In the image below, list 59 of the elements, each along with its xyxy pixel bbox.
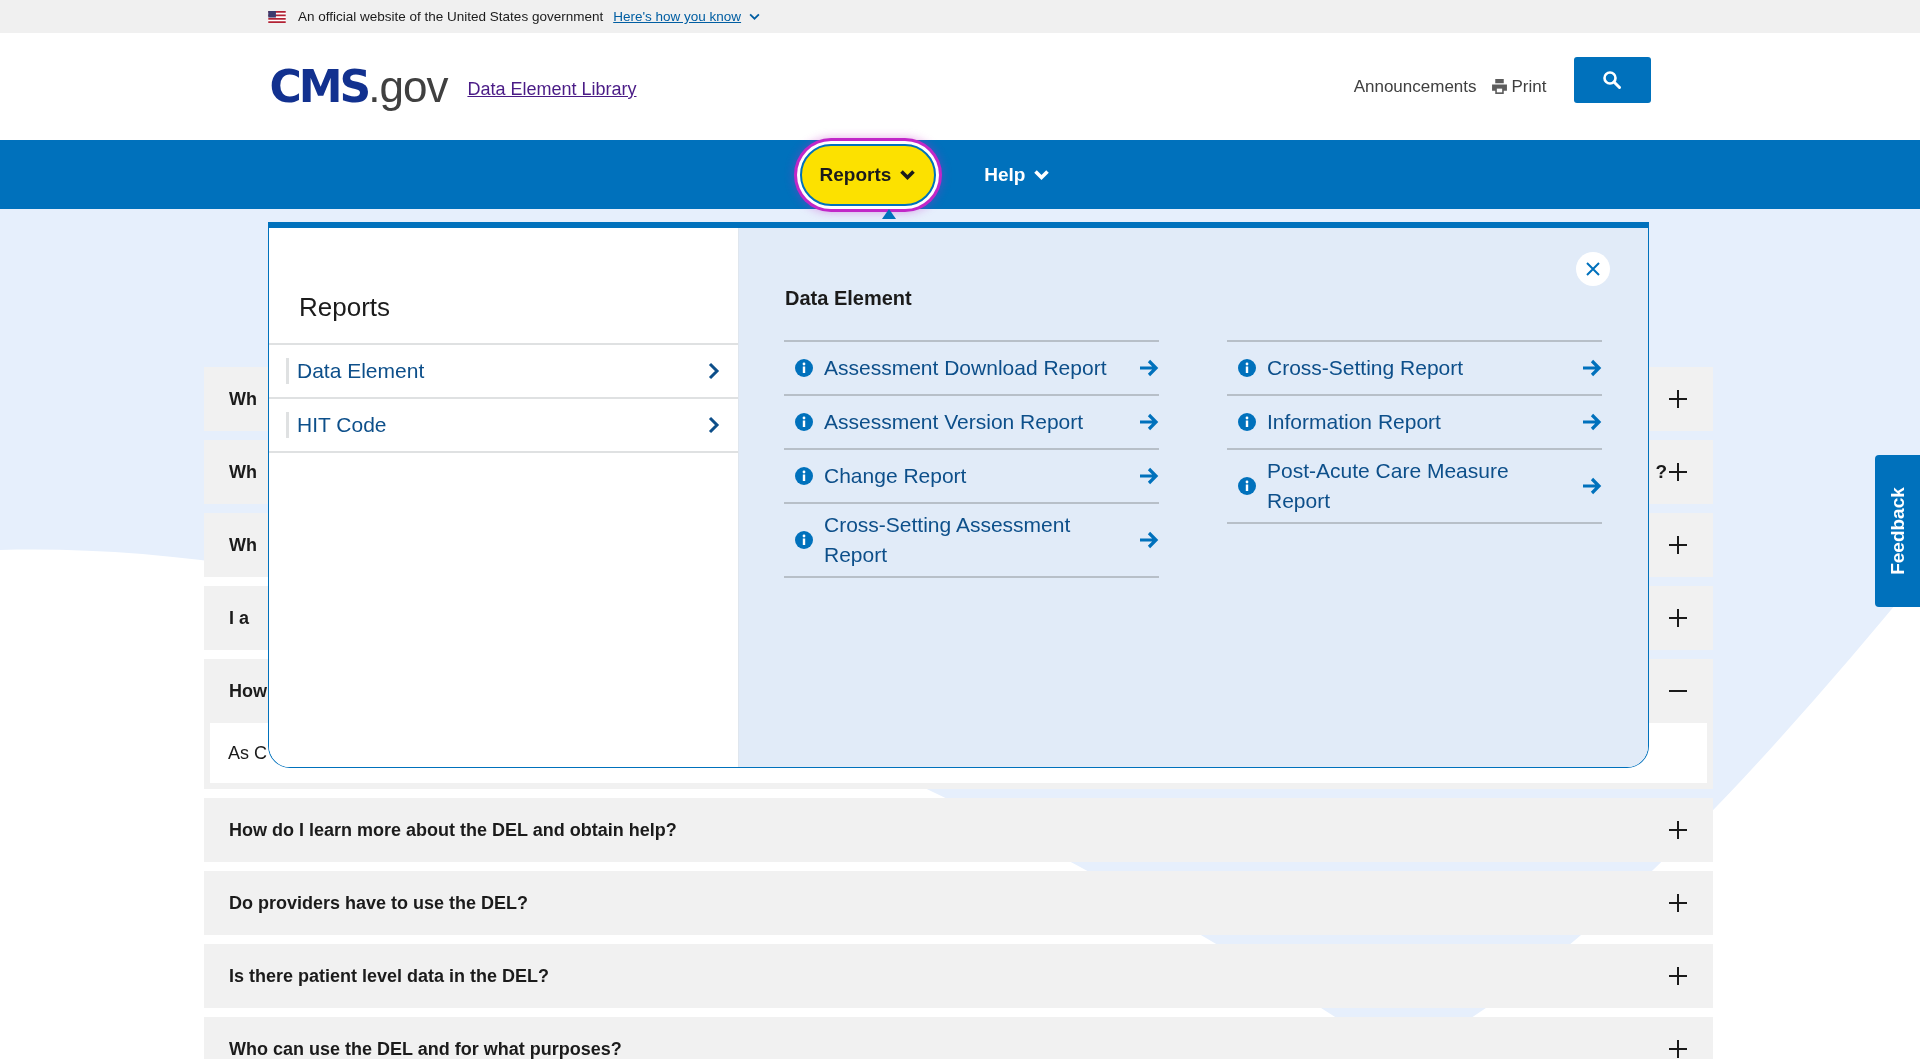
question-text: Wh [229,534,257,556]
chevron-icon [708,416,720,434]
accordion-header[interactable]: How do I learn more about the DEL and obtain help? [204,798,1713,862]
question-text: Who can use the DEL and for what purposes? [229,1038,622,1059]
menu-title: Reports [299,292,392,323]
chevron-icon [708,362,720,380]
chevron-icon [1033,168,1051,181]
report-link[interactable]: Change Report [784,450,1159,504]
report-link[interactable]: Cross-Setting Report [1227,342,1602,396]
info-icon [795,467,813,485]
question-text: I a [229,607,249,629]
close-button[interactable] [1576,252,1610,286]
accordion-header[interactable]: Do providers have to use the DEL? [204,871,1713,935]
accordion-header[interactable]: Who can use the DEL and for what purposes? [204,1017,1713,1059]
report-link[interactable]: Cross-Setting Assessment Report [784,504,1159,578]
question-text: How [229,680,267,702]
answer-text: As C [228,742,267,764]
category-link[interactable]: Data Element [269,345,738,399]
chevron-icon [899,168,917,181]
section-title: Data Element [785,287,913,310]
close-icon [1586,262,1600,276]
accordion-header[interactable]: Is there patient level data in the DEL? [204,944,1713,1008]
announcements-link[interactable]: Announcements [1353,76,1477,97]
site-title-link[interactable]: Data Element Library [467,79,637,100]
search-button[interactable] [1573,56,1651,103]
how-you-know-link[interactable]: Here's how you know [613,9,742,24]
info-icon [1238,359,1256,377]
report-link[interactable]: Assessment Download Report [784,342,1159,396]
report-link[interactable]: Post-Acute Care Measure Report [1227,450,1602,524]
info-icon [1238,477,1256,495]
arrow-icon [1582,477,1602,495]
arrow-icon [1582,359,1602,377]
arrow-icon [1139,413,1159,431]
printer-icon [1490,78,1508,95]
question-text: Is there patient level data in the DEL? [229,965,550,987]
banner-text: An official website of the United States government [298,9,604,24]
question-text: Wh [229,461,257,483]
question-text: Do providers have to use the DEL? [229,892,529,914]
flag-icon [268,10,286,23]
info-icon [795,413,813,431]
question-text: ? [1655,461,1667,483]
chevron-icon [749,13,761,20]
arrow-icon [1582,413,1602,431]
question-text: Wh [229,388,257,410]
info-icon [795,359,813,377]
arrow-icon [1139,531,1159,549]
question-text: How do I learn more about the DEL and obtain help? [229,819,677,841]
arrow-icon [1139,359,1159,377]
report-link[interactable]: Assessment Version Report [784,396,1159,450]
nav-menu-button[interactable]: Help [966,143,1069,206]
category-link[interactable]: HIT Code [269,399,738,453]
search-icon [1602,69,1622,90]
arrow-icon [1139,467,1159,485]
print-link[interactable]: Print [1490,76,1547,97]
feedback-tab[interactable]: Feedback [1875,455,1920,607]
info-icon [795,531,813,549]
info-icon [1238,413,1256,431]
cms-logo[interactable]: CMS.gov [269,61,448,112]
report-link[interactable]: Information Report [1227,396,1602,450]
